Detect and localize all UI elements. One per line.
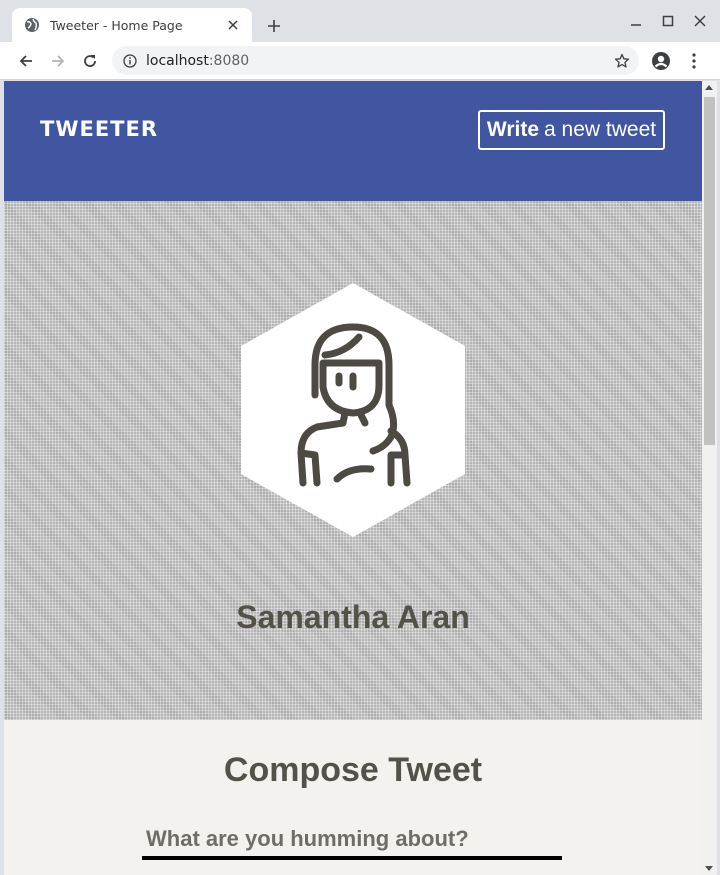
page-viewport: TWEETER Write a new tweet Samantha Aran … <box>4 81 702 875</box>
tab-strip: Tweeter - Home Page <box>0 0 720 42</box>
profile-icon[interactable] <box>650 50 672 72</box>
scroll-up-icon[interactable] <box>705 85 713 90</box>
maximize-icon[interactable] <box>659 12 677 30</box>
compose-title: Compose Tweet <box>223 751 483 789</box>
tab-title: Tweeter - Home Page <box>50 17 183 33</box>
forward-arrow-icon[interactable] <box>47 50 69 72</box>
write-tweet-button[interactable]: Write a new tweet <box>478 110 665 150</box>
browser-toolbar: localhost:8080 <box>0 42 720 80</box>
url-host: localhost <box>146 52 209 69</box>
scrollbar[interactable] <box>702 81 717 875</box>
user-name: Samantha Aran <box>236 599 470 635</box>
scroll-down-icon[interactable] <box>705 866 713 871</box>
address-bar[interactable]: localhost:8080 <box>112 46 639 75</box>
compose-input[interactable] <box>142 822 562 860</box>
url-port: :8080 <box>208 52 250 69</box>
scroll-thumb[interactable] <box>704 97 715 445</box>
close-window-icon[interactable] <box>691 12 709 30</box>
globe-icon <box>24 17 40 33</box>
menu-dots-icon[interactable] <box>683 50 705 72</box>
avatar-icon <box>241 283 465 537</box>
bookmark-star-icon[interactable] <box>613 52 631 70</box>
logo[interactable]: TWEETER <box>40 117 158 141</box>
profile-hero: Samantha Aran <box>4 201 702 720</box>
app-header: TWEETER Write a new tweet <box>4 81 702 201</box>
close-tab-icon[interactable] <box>224 16 242 34</box>
reload-icon[interactable] <box>79 50 101 72</box>
new-tab-icon[interactable] <box>263 15 285 37</box>
back-arrow-icon[interactable] <box>15 50 37 72</box>
minimize-icon[interactable] <box>627 12 645 30</box>
write-bold-text: Write <box>486 118 540 141</box>
browser-tab[interactable]: Tweeter - Home Page <box>12 8 252 42</box>
url-text: localhost:8080 <box>146 53 249 69</box>
info-icon[interactable] <box>122 53 138 69</box>
write-rest-text: a new tweet <box>544 118 657 141</box>
